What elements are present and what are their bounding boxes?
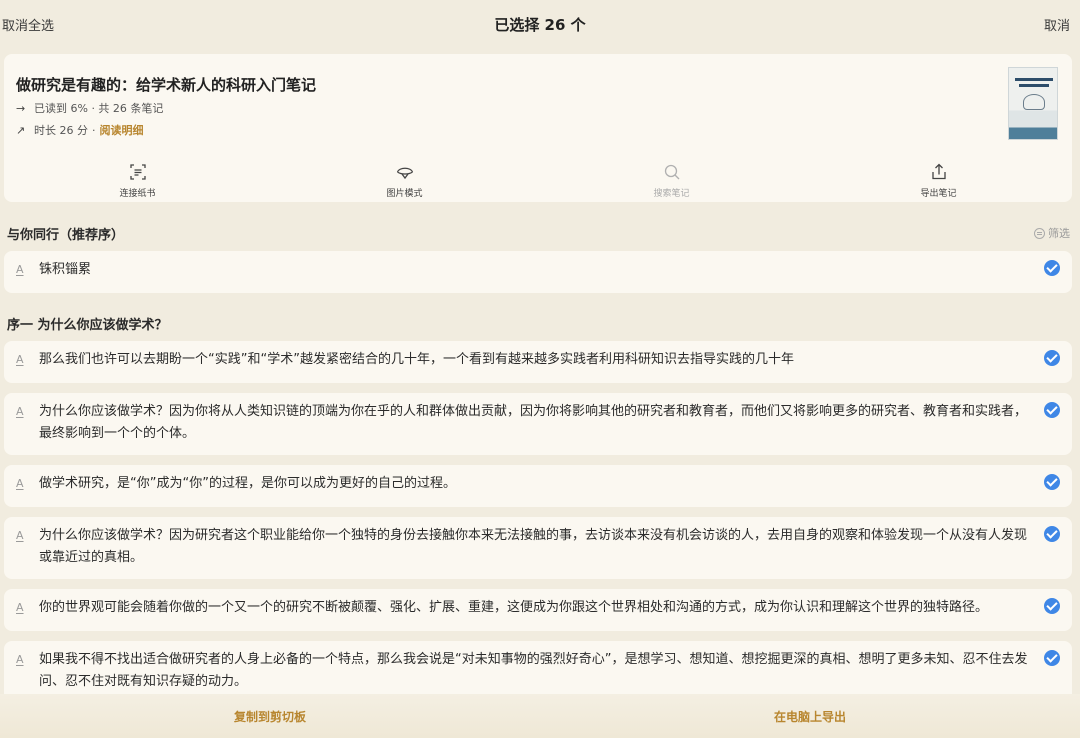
selection-count-title: 已选择 26 个: [494, 15, 586, 34]
reading-duration-text: 时长 26 分: [34, 124, 88, 137]
highlight-mark-icon: A: [16, 529, 24, 542]
trend-up-icon: ↗: [16, 123, 26, 137]
highlight-mark-icon: A: [16, 353, 24, 366]
book-info-card: 做研究是有趣的：给学术新人的科研入门笔记 → 已读到 6% · 共 26 条笔记…: [4, 54, 1072, 202]
highlight-mark-icon: A: [16, 263, 24, 276]
deselect-all-button[interactable]: 取消全选: [2, 15, 54, 34]
note-text: 为什么你应该做学术？因为你将从人类知识链的顶端为你在乎的人和群体做出贡献，因为你…: [39, 404, 1028, 441]
arrow-right-icon: →: [16, 101, 26, 115]
checked-icon[interactable]: [1044, 526, 1060, 542]
action-label: 图片模式: [386, 189, 423, 199]
note-text: 为什么你应该做学术？因为研究者这个职业能给你一个独特的身份去接触你本来无法接触的…: [39, 528, 1028, 565]
note-item[interactable]: A 为什么你应该做学术？因为你将从人类知识链的顶端为你在乎的人和群体做出贡献，因…: [4, 393, 1072, 455]
copy-to-clipboard-button[interactable]: 复制到剪切板: [0, 694, 540, 738]
note-text: 铢积锱累: [39, 262, 92, 277]
book-title[interactable]: 做研究是有趣的：给学术新人的科研入门笔记: [16, 74, 316, 95]
action-label: 连接纸书: [119, 189, 156, 199]
reading-progress-text: 已读到 6% · 共 26 条笔记: [34, 102, 164, 115]
image-mode-icon: [396, 167, 413, 180]
connect-paper-book-button[interactable]: 连接纸书: [4, 158, 271, 202]
export-notes-button[interactable]: 导出笔记: [805, 158, 1072, 202]
action-toolbar: 连接纸书 图片模式 搜索笔记 导出笔记: [4, 158, 1072, 202]
checked-icon[interactable]: [1044, 350, 1060, 366]
chapter-heading: 与你同行（推荐序）: [7, 228, 125, 243]
highlight-mark-icon: A: [16, 653, 24, 666]
note-text: 做学术研究，是“你”成为“你”的过程，是你可以成为更好的自己的过程。: [39, 476, 456, 491]
reading-progress-row: → 已读到 6% · 共 26 条笔记: [16, 100, 163, 116]
highlight-mark-icon: A: [16, 405, 24, 418]
filter-icon: [1034, 227, 1045, 239]
note-item[interactable]: A 铢积锱累: [4, 251, 1072, 293]
image-mode-button[interactable]: 图片模式: [271, 158, 538, 202]
note-text: 如果我不得不找出适合做研究者的人身上必备的一个特点，那么我会说是“对未知事物的强…: [39, 652, 1028, 689]
highlight-mark-icon: A: [16, 477, 24, 490]
note-item[interactable]: A 为什么你应该做学术？因为研究者这个职业能给你一个独特的身份去接触你本来无法接…: [4, 517, 1072, 579]
checked-icon[interactable]: [1044, 402, 1060, 418]
checked-icon[interactable]: [1044, 598, 1060, 614]
cancel-button[interactable]: 取消: [1044, 15, 1078, 34]
highlight-mark-icon: A: [16, 601, 24, 614]
reading-detail-link[interactable]: 阅读明细: [100, 122, 144, 138]
separator-dot: ·: [92, 123, 96, 137]
scan-text-icon: [129, 164, 146, 180]
note-text: 那么我们也许可以去期盼一个“实践”和“学术”越发紧密结合的几十年，一个看到有越来…: [39, 352, 794, 367]
filter-button[interactable]: 筛选: [1034, 225, 1070, 241]
note-item[interactable]: A 那么我们也许可以去期盼一个“实践”和“学术”越发紧密结合的几十年，一个看到有…: [4, 341, 1072, 383]
checked-icon[interactable]: [1044, 650, 1060, 666]
search-notes-button[interactable]: 搜索笔记: [538, 158, 805, 202]
note-item[interactable]: A 你的世界观可能会随着你做的一个又一个的研究不断被颠覆、强化、扩展、重建，这便…: [4, 589, 1072, 631]
checked-icon[interactable]: [1044, 260, 1060, 276]
bottom-action-bar: 复制到剪切板 在电脑上导出: [0, 694, 1080, 738]
note-text: 你的世界观可能会随着你做的一个又一个的研究不断被颠覆、强化、扩展、重建，这便成为…: [39, 600, 989, 615]
action-label: 搜索笔记: [653, 189, 690, 199]
checked-icon[interactable]: [1044, 474, 1060, 490]
top-bar: 取消全选 已选择 26 个 取消: [0, 0, 1080, 48]
book-cover-image[interactable]: [1008, 67, 1058, 140]
selection-title-wrap: 已选择 26 个: [0, 14, 1080, 35]
filter-label: 筛选: [1048, 227, 1070, 240]
reading-duration-row: ↗ 时长 26 分 · 阅读明细: [16, 122, 144, 138]
share-export-icon: [931, 163, 946, 180]
export-on-computer-button[interactable]: 在电脑上导出: [540, 694, 1080, 738]
action-label: 导出笔记: [920, 189, 957, 199]
note-item[interactable]: A 做学术研究，是“你”成为“你”的过程，是你可以成为更好的自己的过程。: [4, 465, 1072, 507]
search-icon: [664, 164, 679, 180]
chapter-heading: 序一 为什么你应该做学术？: [7, 318, 168, 333]
